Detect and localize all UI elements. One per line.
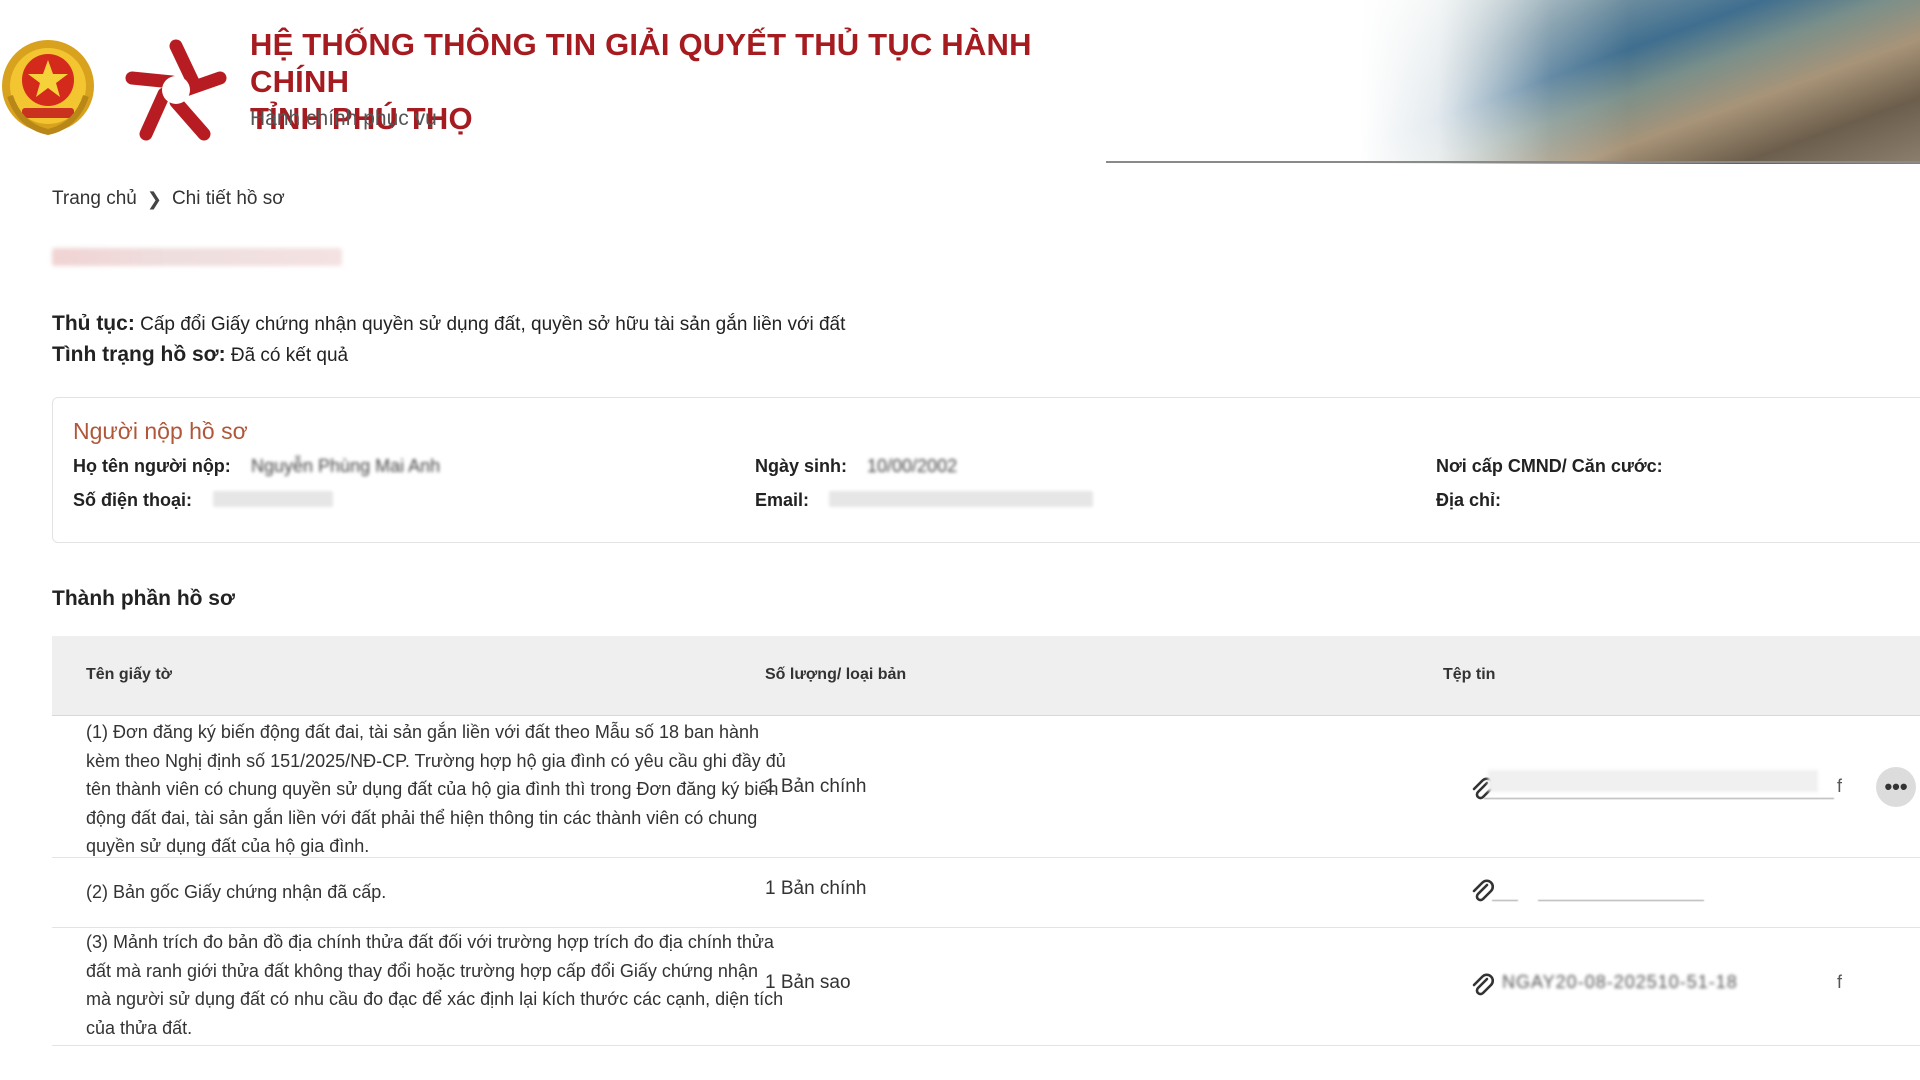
case-summary: Thủ tục: Cấp đổi Giấy chứng nhận quyền s… xyxy=(52,309,845,371)
column-header-file: Tệp tin xyxy=(1443,666,1496,683)
file-name-suffix[interactable]: f xyxy=(1837,972,1843,993)
procedure-label: Thủ tục: xyxy=(52,312,135,335)
site-header: HỆ THỐNG THÔNG TIN GIẢI QUYẾT THỦ TỤC HÀ… xyxy=(0,0,1920,164)
document-name: (1) Đơn đăng ký biến động đất đai, tài s… xyxy=(86,722,786,856)
system-title-line1: HỆ THỐNG THÔNG TIN GIẢI QUYẾT THỦ TỤC HÀ… xyxy=(250,27,1032,99)
documents-section-title: Thành phần hồ sơ xyxy=(52,587,235,610)
national-emblem-icon xyxy=(2,40,94,136)
document-quantity: 1 Bản sao xyxy=(765,972,851,993)
chevron-right-icon: ❯ xyxy=(146,188,162,209)
applicant-phone-redacted xyxy=(213,491,333,507)
applicant-card-title: Người nộp hồ sơ xyxy=(73,418,248,444)
procedure-line: Thủ tục: Cấp đổi Giấy chứng nhận quyền s… xyxy=(52,309,845,340)
applicant-name-value: Nguyễn Phùng Mai Anh xyxy=(251,456,441,476)
more-options-button[interactable]: ••• xyxy=(1876,767,1916,807)
documents-table: Tên giấy tờ Số lượng/ loại bản Tệp tin (… xyxy=(52,636,1920,1046)
more-horizontal-icon: ••• xyxy=(1884,774,1908,799)
procedure-value: Cấp đổi Giấy chứng nhận quyền sử dụng đấ… xyxy=(134,314,846,335)
status-line: Tình trạng hồ sơ: Đã có kết quả xyxy=(52,340,845,371)
applicant-dob-value: 10/00/2002 xyxy=(867,456,958,476)
case-code-redacted xyxy=(52,248,342,266)
applicant-issuer-label: Nơi cấp CMND/ Căn cước: xyxy=(1436,456,1663,476)
column-header-document-name: Tên giấy tờ xyxy=(86,666,173,683)
paperclip-icon[interactable] xyxy=(1469,878,1497,906)
file-name-redacted[interactable] xyxy=(1488,770,1818,792)
file-link-underline xyxy=(1492,900,1518,901)
applicant-card: Người nộp hồ sơ Họ tên người nộp: Nguyễn… xyxy=(52,397,1920,543)
table-row: (1) Đơn đăng ký biến động đất đai, tài s… xyxy=(52,716,1920,858)
file-name[interactable]: NGAY20-08-202510-51-18 xyxy=(1502,972,1738,993)
status-label: Tình trạng hồ sơ: xyxy=(52,343,226,366)
breadcrumb-home-link[interactable]: Trang chủ xyxy=(52,188,137,210)
applicant-dob-label: Ngày sinh: xyxy=(755,456,848,476)
applicant-email-label: Email: xyxy=(755,490,810,510)
document-name: (2) Bản gốc Giấy chứng nhận đã cấp. xyxy=(86,882,387,902)
paperclip-icon[interactable] xyxy=(1469,972,1497,1000)
document-quantity: 1 Bản chính xyxy=(765,878,867,899)
table-row: (3) Mảnh trích đo bản đồ địa chính thửa … xyxy=(52,928,1920,1046)
applicant-phone-label: Số điện thoại: xyxy=(73,490,192,510)
file-name-suffix[interactable]: f xyxy=(1837,776,1843,797)
file-link-underline xyxy=(1538,900,1704,901)
applicant-address-label: Địa chỉ: xyxy=(1436,490,1502,510)
header-banner-image xyxy=(1360,0,1920,164)
system-subtitle: Hành chính phục vụ xyxy=(250,107,437,130)
table-row: (2) Bản gốc Giấy chứng nhận đã cấp. 1 Bả… xyxy=(52,858,1920,928)
column-header-quantity: Số lượng/ loại bản xyxy=(765,666,907,683)
document-name: (3) Mảnh trích đo bản đồ địa chính thửa … xyxy=(86,932,784,1038)
table-header: Tên giấy tờ Số lượng/ loại bản Tệp tin xyxy=(52,636,1920,716)
document-quantity: 1 Bản chính xyxy=(765,776,867,797)
status-value: Đã có kết quả xyxy=(225,345,349,366)
applicant-name-label: Họ tên người nộp: xyxy=(73,456,231,476)
red-star-logo-icon xyxy=(125,39,227,141)
breadcrumb: Trang chủ ❯ Chi tiết hồ sơ xyxy=(52,188,285,210)
header-divider xyxy=(1106,161,1920,163)
breadcrumb-current: Chi tiết hồ sơ xyxy=(171,188,285,209)
applicant-email-redacted xyxy=(829,491,1093,507)
file-link-underline xyxy=(1484,798,1834,799)
